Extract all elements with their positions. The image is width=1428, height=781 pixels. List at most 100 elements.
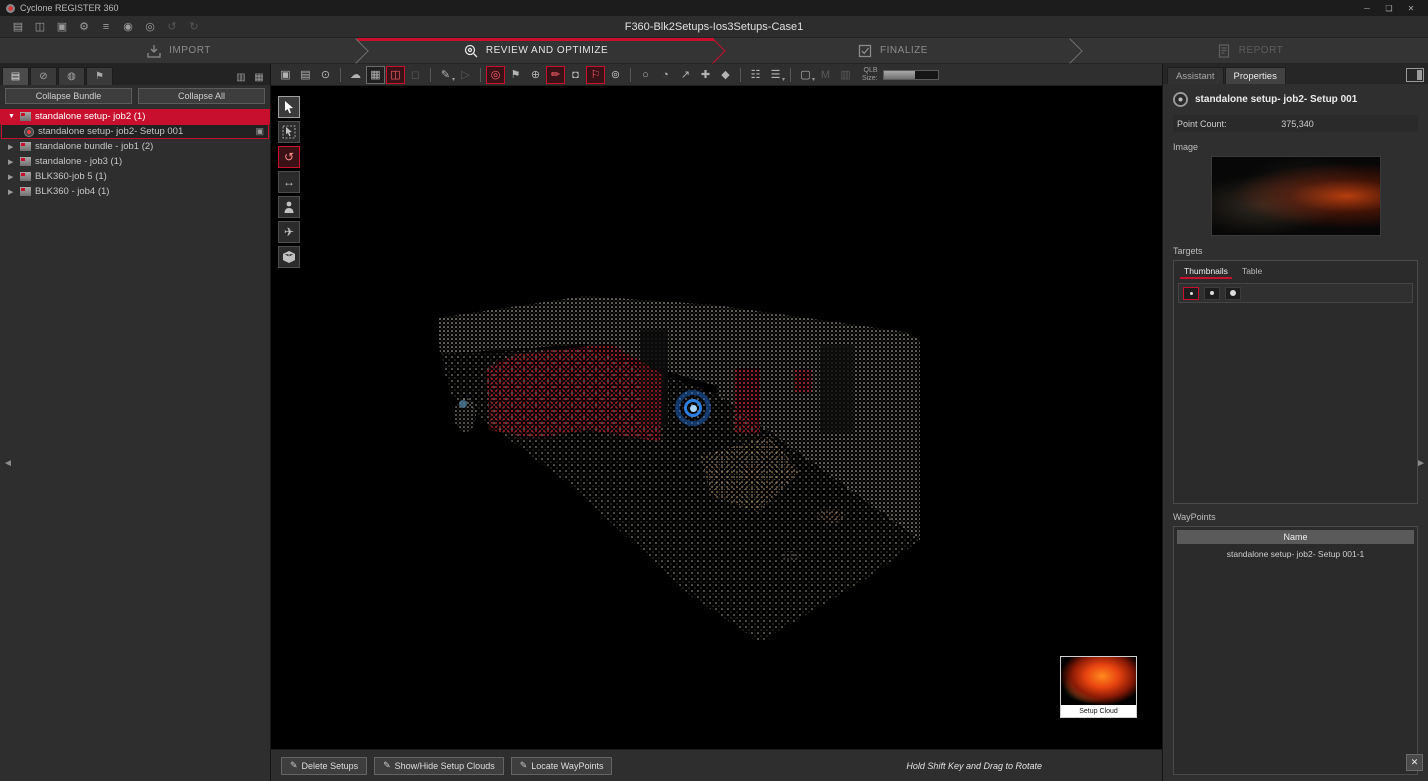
import-icon <box>146 43 162 59</box>
measure-tool-icon[interactable]: ✎▾ <box>436 66 455 84</box>
targets-box: Thumbnails Table <box>1173 260 1418 504</box>
panel-layout-icon[interactable] <box>1406 68 1424 82</box>
tree-item-setup-selected[interactable]: standalone setup- job2- Setup 001 ▣ <box>1 124 269 139</box>
maximize-button[interactable]: ❑ <box>1378 1 1400 15</box>
properties-title: standalone setup- job2- Setup 001 <box>1195 94 1357 105</box>
workflow-step-report[interactable]: REPORT <box>1071 38 1428 63</box>
settings-gear-icon[interactable]: ⚙ <box>74 18 94 35</box>
tree-item-bundle[interactable]: ▶ BLK360 - job4 (1) <box>0 184 270 199</box>
bundle-icon <box>20 157 31 166</box>
globe-view-icon[interactable]: ○ <box>636 66 655 84</box>
import-data-icon[interactable]: ▣ <box>52 18 72 35</box>
minimize-button[interactable]: ─ <box>1356 1 1378 15</box>
orbit-tool[interactable]: ↺ <box>278 146 300 168</box>
tree-item-bundle[interactable]: ▶ standalone bundle - job1 (2) <box>0 139 270 154</box>
targets-tab-thumbnails[interactable]: Thumbnails <box>1178 264 1234 279</box>
fly-tool[interactable]: ✈ <box>278 221 300 243</box>
delete-setups-button[interactable]: ✎ Delete Setups <box>281 757 367 775</box>
cube-view-tool[interactable] <box>278 246 300 268</box>
collapse-all-button[interactable]: Collapse All <box>138 88 265 104</box>
tab-sitemap[interactable]: ◍ <box>58 67 85 85</box>
workflow-step-review-and-optimize[interactable]: REVIEW AND OPTIMIZE <box>357 38 714 63</box>
targets-tab-table[interactable]: Table <box>1236 264 1268 279</box>
person-view-tool[interactable] <box>278 196 300 218</box>
setup-cloud-thumbnail[interactable]: Setup Cloud <box>1060 656 1137 718</box>
list-view-icon[interactable]: ≡ <box>96 18 116 35</box>
display-settings-icon[interactable]: ▢▾ <box>796 66 815 84</box>
camera-snapshot-icon[interactable]: ◘ <box>566 66 585 84</box>
add-label-icon[interactable]: ⚑ <box>506 66 525 84</box>
close-button[interactable]: ✕ <box>1400 1 1422 15</box>
app-title: Cyclone REGISTER 360 <box>20 3 119 13</box>
waypoints-box: Name standalone setup- job2- Setup 001-1 <box>1173 526 1418 775</box>
pick-tool-icon[interactable]: ▷ <box>456 66 475 84</box>
find-icon[interactable]: ⊙ <box>316 66 335 84</box>
workflow-step-finalize[interactable]: FINALIZE <box>714 38 1071 63</box>
caret-collapsed-icon[interactable]: ▶ <box>8 188 16 196</box>
export-view-icon[interactable]: ▥ <box>836 66 855 84</box>
project-tree-panel: ▤ ⊘ ◍ ⚑ ▥ ▦ Collapse Bundle Collapse All… <box>0 64 271 781</box>
right-panel-collapse-arrow[interactable]: ► <box>1416 458 1426 469</box>
tab-project-tree[interactable]: ▤ <box>2 67 29 85</box>
tab-links[interactable]: ⊘ <box>30 67 57 85</box>
undo-icon[interactable]: ↺ <box>162 18 182 35</box>
target-thumbnail[interactable] <box>1225 287 1241 300</box>
point-cloud-viewport[interactable]: ↺ ↔ ✈ Setup Cloud <box>271 86 1162 749</box>
target-thumbnail-strip <box>1178 283 1413 303</box>
multi-select-tool[interactable] <box>278 121 300 143</box>
caret-collapsed-icon[interactable]: ▶ <box>8 158 16 166</box>
tree-item-bundle[interactable]: ▶ standalone - job3 (1) <box>0 154 270 169</box>
caret-collapsed-icon[interactable]: ▶ <box>8 173 16 181</box>
info-icon[interactable]: ◉ <box>118 18 138 35</box>
add-cloud-tag-icon[interactable]: ⊕ <box>526 66 545 84</box>
target-thumbnail[interactable] <box>1204 287 1220 300</box>
caret-expanded-icon[interactable]: ▼ <box>8 113 16 120</box>
list-options-icon[interactable]: ☰▾ <box>766 66 785 84</box>
setup-position-marker[interactable] <box>675 390 711 426</box>
image-view-icon[interactable]: ▦ <box>366 66 385 84</box>
panel-close-button[interactable]: ✕ <box>1406 754 1423 771</box>
layers-icon[interactable]: ▤ <box>296 66 315 84</box>
adjust-tool-icon[interactable]: ✚ <box>696 66 715 84</box>
left-panel-collapse-arrow[interactable]: ◄ <box>3 458 13 469</box>
pano-view-icon[interactable]: ◫ <box>386 66 405 84</box>
annotate-pencil-icon[interactable]: ✏ <box>546 66 565 84</box>
waypoint-row[interactable]: standalone setup- job2- Setup 001-1 <box>1174 547 1417 561</box>
locate-waypoints-button[interactable]: ✎ Locate WayPoints <box>511 757 613 775</box>
qlb-size-slider[interactable] <box>883 70 939 80</box>
caret-collapsed-icon[interactable]: ▶ <box>8 143 16 151</box>
add-target-icon[interactable]: ◎ <box>486 66 505 84</box>
add-person-icon[interactable]: ⊚ <box>606 66 625 84</box>
cloud-view-icon[interactable]: ☁ <box>346 66 365 84</box>
orientation-icon[interactable]: ◔ <box>656 66 675 84</box>
tree-item-bundle-selected[interactable]: ▼ standalone setup- job2 (1) <box>0 109 270 124</box>
link-setups-icon[interactable]: ☷ <box>746 66 765 84</box>
tab-assistant[interactable]: Assistant <box>1167 67 1224 84</box>
tab-properties[interactable]: Properties <box>1225 67 1286 84</box>
seat-view-icon[interactable]: ◆ <box>716 66 735 84</box>
waypoints-name-header[interactable]: Name <box>1177 530 1414 544</box>
map-mode-icon[interactable]: M <box>816 66 835 84</box>
expand-tree-icon[interactable]: ▥ <box>232 69 250 85</box>
setup-preview-image[interactable] <box>1211 156 1381 236</box>
redo-icon[interactable]: ↻ <box>184 18 204 35</box>
workflow-step-import[interactable]: IMPORT <box>0 38 357 63</box>
image-section-label: Image <box>1173 142 1418 152</box>
add-waypoint-icon[interactable]: ⚐ <box>586 66 605 84</box>
help-icon[interactable]: ◎ <box>140 18 160 35</box>
copy-view-icon[interactable]: ▣ <box>276 66 295 84</box>
show-hide-setup-clouds-button[interactable]: ✎ Show/Hide Setup Clouds <box>374 757 504 775</box>
pan-tool[interactable]: ↔ <box>278 171 300 193</box>
tree-options-icon[interactable]: ▦ <box>250 69 268 85</box>
collapse-bundle-button[interactable]: Collapse Bundle <box>5 88 132 104</box>
setup-image-icon: ▣ <box>255 126 264 137</box>
open-project-icon[interactable]: ▤ <box>8 18 28 35</box>
tree-item-bundle[interactable]: ▶ BLK360-job 5 (1) <box>0 169 270 184</box>
split-view-icon[interactable]: ◻ <box>406 66 425 84</box>
target-thumbnail[interactable] <box>1183 287 1199 300</box>
select-cursor-tool[interactable] <box>278 96 300 118</box>
toggle-cloud-icon: ✎ <box>383 760 391 771</box>
save-project-icon[interactable]: ◫ <box>30 18 50 35</box>
expand-view-icon[interactable]: ↗ <box>676 66 695 84</box>
tab-bookmarks[interactable]: ⚑ <box>86 67 113 85</box>
